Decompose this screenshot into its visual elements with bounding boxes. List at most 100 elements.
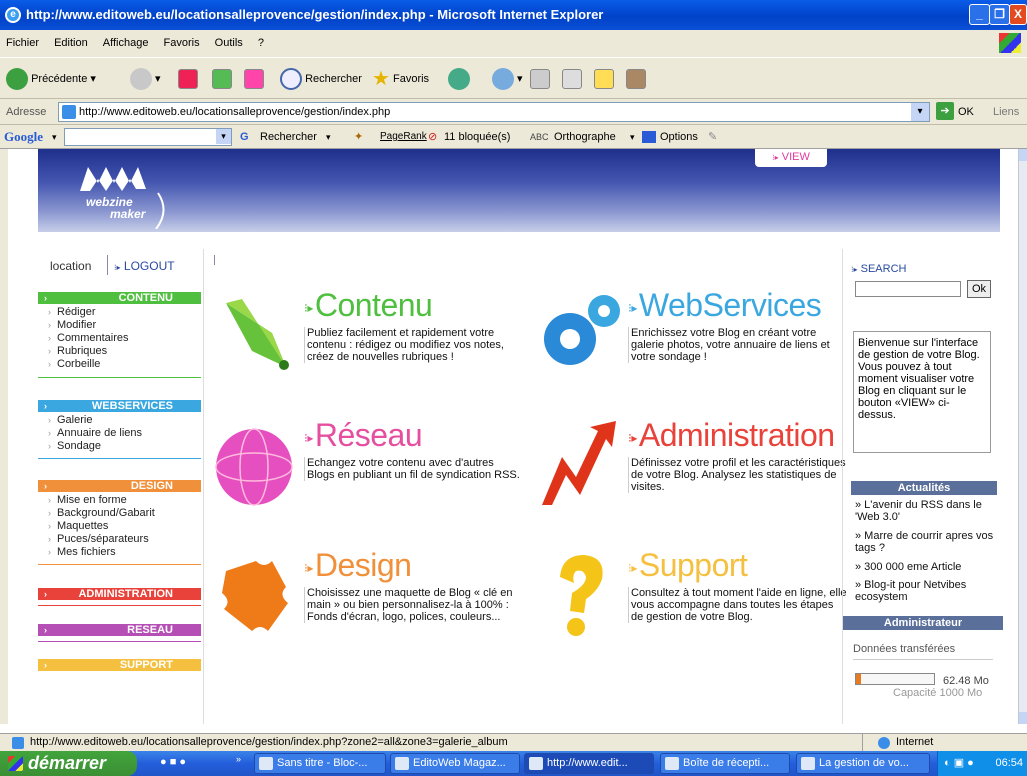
google-search-arrow[interactable]: ▾: [326, 125, 331, 149]
search-button[interactable]: Rechercher: [280, 66, 362, 92]
google-logo[interactable]: Google: [4, 125, 43, 149]
menu-affichage[interactable]: Affichage: [103, 37, 149, 49]
research-button[interactable]: [626, 66, 646, 92]
menu-fichier[interactable]: Fichier: [6, 37, 39, 49]
task-button[interactable]: EditoWeb Magaz...: [390, 753, 520, 774]
search-heading: ⁝▸ SEARCH: [851, 263, 907, 275]
options-button[interactable]: Options: [660, 125, 698, 149]
logout-link[interactable]: ⁝▸ LOGOUT: [114, 259, 175, 273]
mail-icon: [492, 68, 514, 91]
card-webservices[interactable]: ⁝▸WebServices Enrichissez votre Blog en …: [536, 287, 856, 417]
card-support[interactable]: ⁝▸Support Consultez à tout moment l'aide…: [536, 547, 856, 677]
favorites-button[interactable]: ★ Favoris: [372, 66, 429, 92]
pagerank-label[interactable]: PageRank: [380, 125, 427, 149]
task-button[interactable]: La gestion de vo...: [796, 753, 930, 774]
close-button[interactable]: X: [1009, 4, 1027, 25]
news-item[interactable]: » L'avenir du RSS dans le 'Web 3.0': [855, 499, 997, 523]
tray-icons[interactable]: ◐ ▣ ●: [944, 751, 974, 776]
menu-outils[interactable]: Outils: [215, 37, 243, 49]
scroll-up-button[interactable]: [1019, 149, 1027, 161]
news-item[interactable]: » Marre de courrir apres vos tags ?: [855, 530, 997, 554]
card-administration[interactable]: ⁝▸Administration Définissez votre profil…: [536, 417, 856, 547]
nav-background[interactable]: Background/Gabarit: [48, 507, 155, 520]
site-search-button[interactable]: Ok: [967, 280, 991, 298]
back-button[interactable]: Précédente ▾: [6, 66, 96, 92]
edit-button[interactable]: [562, 66, 582, 92]
spellcheck-button[interactable]: Orthographe: [554, 125, 616, 149]
site-search-input[interactable]: [855, 281, 961, 297]
google-g-icon: G: [240, 131, 249, 143]
task-button[interactable]: Boîte de récepti...: [660, 753, 790, 774]
card-design[interactable]: ⁝▸Design Choisissez une maquette de Blog…: [212, 547, 532, 677]
menu-favoris[interactable]: Favoris: [164, 37, 200, 49]
stop-button[interactable]: [178, 66, 198, 92]
section-reseau[interactable]: › RESEAU: [38, 624, 201, 636]
pagerank-icon: ✦: [354, 131, 364, 143]
clock[interactable]: 06:54: [995, 757, 1023, 769]
card-contenu-desc: Publiez facilement et rapidement votre c…: [304, 327, 524, 363]
section-design[interactable]: › DESIGN: [38, 480, 201, 492]
status-url: http://www.editoweb.eu/locationsalleprov…: [30, 736, 508, 748]
section-webservices[interactable]: › WEBSERVICES: [38, 400, 201, 412]
notes-button[interactable]: [594, 66, 614, 92]
google-search-input[interactable]: [64, 128, 232, 146]
maximize-button[interactable]: ❐: [989, 4, 1010, 25]
nav-rubriques[interactable]: Rubriques: [48, 345, 107, 358]
minimize-button[interactable]: _: [969, 4, 990, 25]
section-design-label: DESIGN: [130, 480, 173, 492]
nav-modifier[interactable]: Modifier: [48, 319, 96, 332]
news-item[interactable]: » 300 000 eme Article: [855, 561, 997, 573]
section-contenu[interactable]: › CONTENU: [38, 292, 201, 304]
highlight-icon[interactable]: ✎: [708, 125, 717, 149]
address-input[interactable]: http://www.editoweb.eu/locationsalleprov…: [58, 102, 930, 122]
mail-button[interactable]: ▾: [492, 66, 523, 92]
google-search-button[interactable]: Rechercher: [260, 125, 317, 149]
google-menu-arrow[interactable]: ▾: [52, 125, 57, 149]
task-button[interactable]: Sans titre - Bloc-...: [254, 753, 386, 774]
refresh-button[interactable]: [212, 66, 232, 92]
nav-mise-en-forme[interactable]: Mise en forme: [48, 494, 127, 507]
forward-button[interactable]: ▾: [130, 66, 161, 92]
section-reseau-label: RESEAU: [127, 624, 173, 636]
go-arrow-icon[interactable]: ➔: [936, 102, 954, 120]
vertical-scrollbar[interactable]: [1018, 149, 1027, 724]
ie-icon: [395, 757, 409, 770]
google-search-dropdown[interactable]: ▾: [216, 129, 231, 144]
quicklaunch-expand[interactable]: »: [236, 754, 241, 764]
search-heading-label: SEARCH: [860, 263, 907, 275]
start-button[interactable]: démarrer: [0, 751, 137, 776]
nav-galerie[interactable]: Galerie: [48, 414, 92, 427]
task-button-active[interactable]: http://www.edit...: [524, 753, 654, 774]
divider: [853, 659, 993, 660]
spellcheck-arrow[interactable]: ▾: [630, 125, 635, 149]
section-support[interactable]: › SUPPORT: [38, 659, 201, 671]
address-bar: Adresse http://www.editoweb.eu/locations…: [0, 99, 1027, 125]
star-icon: ★: [372, 68, 390, 91]
nav-corbeille[interactable]: Corbeille: [48, 358, 100, 371]
address-dropdown[interactable]: ▾: [911, 103, 929, 121]
nav-mes-fichiers[interactable]: Mes fichiers: [48, 546, 116, 559]
usage-bar: [855, 673, 935, 685]
view-button[interactable]: ⁝▸ VIEW: [755, 149, 827, 167]
links-label[interactable]: Liens: [993, 99, 1019, 125]
nav-sondage[interactable]: Sondage: [48, 440, 101, 453]
refresh-icon: [212, 69, 232, 90]
menu-edition[interactable]: Edition: [54, 37, 88, 49]
nav-annuaire[interactable]: Annuaire de liens: [48, 427, 142, 440]
popup-blocked-count[interactable]: 11 bloquée(s): [444, 125, 510, 149]
nav-rediger[interactable]: Rédiger: [48, 306, 96, 319]
home-button[interactable]: [244, 66, 264, 92]
news-item[interactable]: » Blog-it pour Netvibes ecosystem: [855, 579, 997, 603]
menu-help[interactable]: ?: [258, 37, 264, 49]
nav-puces[interactable]: Puces/séparateurs: [48, 533, 149, 546]
quicklaunch-icons[interactable]: ● ■ ●: [160, 756, 186, 768]
card-reseau[interactable]: ⁝▸Réseau Echangez votre contenu avec d'a…: [212, 417, 532, 547]
scroll-down-button[interactable]: [1019, 712, 1027, 724]
card-contenu[interactable]: ⁝▸Contenu Publiez facilement et rapideme…: [212, 287, 532, 417]
section-administration[interactable]: › ADMINISTRATION: [38, 588, 201, 600]
nav-commentaires[interactable]: Commentaires: [48, 332, 129, 345]
nav-maquettes[interactable]: Maquettes: [48, 520, 108, 533]
go-button[interactable]: OK: [958, 99, 974, 125]
print-button[interactable]: [530, 66, 550, 92]
history-button[interactable]: [448, 66, 470, 92]
